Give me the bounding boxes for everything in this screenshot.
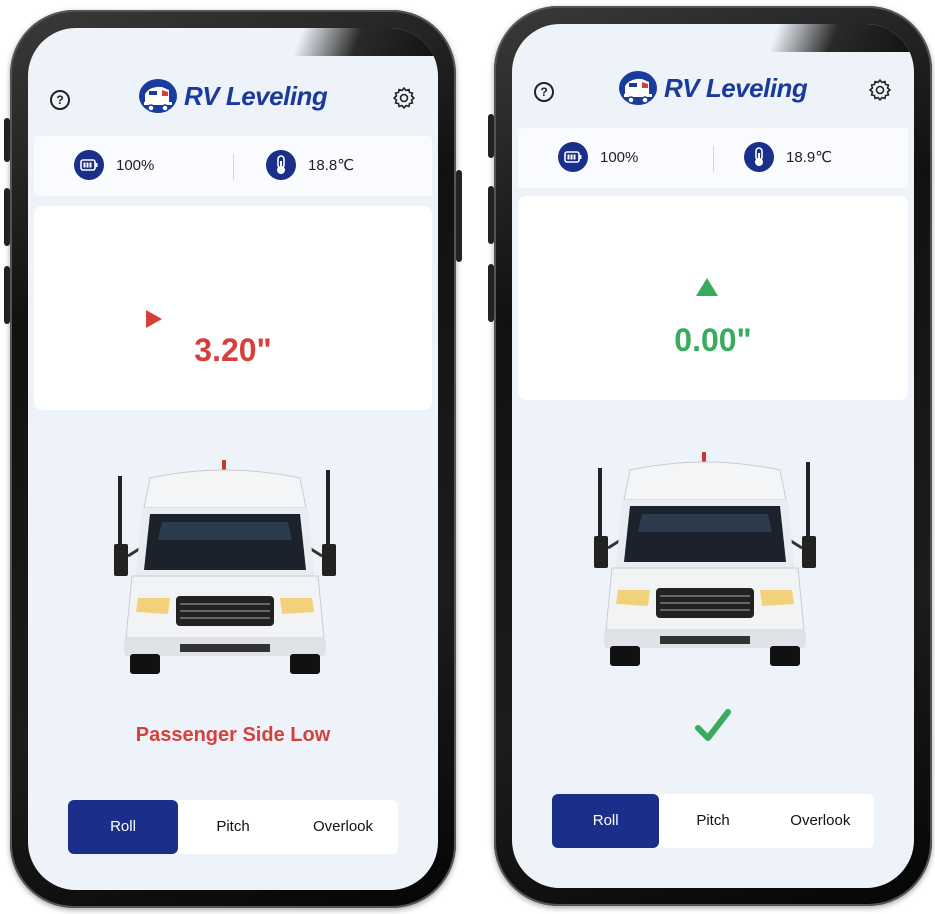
temperature-value: 18.8℃: [308, 157, 355, 174]
tab-roll[interactable]: Roll: [68, 800, 178, 854]
screen-right: ? RV Leveling 100% 18.9℃ 0.00" Roll Pitc…: [512, 24, 914, 888]
temperature-value: 18.9℃: [786, 149, 833, 166]
temperature-stat: 18.9℃: [744, 142, 832, 172]
battery-icon: [558, 142, 588, 172]
tab-pitch[interactable]: Pitch: [659, 794, 766, 848]
gauge-value: 0.00": [674, 322, 752, 358]
van-front-image: [594, 452, 816, 666]
volume-up-button: [4, 188, 10, 246]
gear-icon[interactable]: [868, 78, 892, 102]
tab-overlook[interactable]: Overlook: [767, 794, 874, 848]
stat-divider: [713, 146, 714, 172]
mode-tabs: Roll Pitch Overlook: [552, 794, 874, 848]
gauge-pointer: [146, 310, 162, 328]
van-front-image: [114, 460, 336, 674]
status-bar: 100% 18.8℃: [34, 136, 432, 196]
screen-glare: [292, 28, 438, 56]
battery-stat: 100%: [558, 142, 638, 172]
stat-divider: [233, 154, 234, 180]
battery-icon: [74, 150, 104, 180]
volume-up-button: [488, 186, 494, 244]
power-button: [456, 170, 462, 262]
screen-glare: [768, 24, 914, 52]
tab-roll[interactable]: Roll: [552, 794, 660, 848]
question-circle-icon[interactable]: ?: [534, 82, 554, 102]
app-title: RV Leveling: [664, 72, 808, 103]
level-status-text: Passenger Side Low: [135, 724, 331, 746]
battery-stat: 100%: [74, 150, 154, 180]
header: ? RV Leveling: [28, 76, 438, 126]
side-button: [488, 114, 494, 158]
app-logo: RV Leveling: [616, 68, 808, 108]
gauge-value: 3.20": [194, 332, 272, 368]
thermometer-icon: [744, 142, 774, 172]
level-gauge-card: 0.00": [518, 196, 908, 400]
level-gauge-scale: [518, 196, 908, 326]
app-title: RV Leveling: [184, 80, 328, 111]
level-gauge-scale: [34, 206, 432, 336]
volume-down-button: [488, 264, 494, 322]
battery-value: 100%: [116, 156, 155, 174]
gear-icon[interactable]: [392, 86, 416, 110]
phone-frame-right: ? RV Leveling 100% 18.9℃ 0.00" Roll Pitc…: [488, 6, 932, 906]
question-circle-icon[interactable]: ?: [50, 90, 70, 110]
level-gauge-card: 3.20": [34, 206, 432, 410]
mode-tabs: Roll Pitch Overlook: [68, 800, 398, 854]
tab-overlook[interactable]: Overlook: [288, 800, 398, 854]
header: ? RV Leveling: [512, 68, 914, 118]
screen-left: ? RV Leveling 100% 18.8℃ 3.20" Passenger…: [28, 28, 438, 890]
rv-logo-icon: [619, 71, 657, 105]
volume-down-button: [4, 266, 10, 324]
tab-pitch[interactable]: Pitch: [178, 800, 288, 854]
battery-value: 100%: [600, 148, 639, 166]
thermometer-icon: [266, 150, 296, 180]
side-button: [4, 118, 10, 162]
gauge-pointer: [696, 278, 718, 296]
status-bar: 100% 18.9℃: [518, 128, 908, 188]
app-logo: RV Leveling: [136, 76, 328, 116]
rv-logo-icon: [139, 79, 177, 113]
phone-frame-left: ? RV Leveling 100% 18.8℃ 3.20" Passenger…: [4, 10, 462, 908]
temperature-stat: 18.8℃: [266, 150, 354, 180]
check-icon: [695, 709, 731, 741]
